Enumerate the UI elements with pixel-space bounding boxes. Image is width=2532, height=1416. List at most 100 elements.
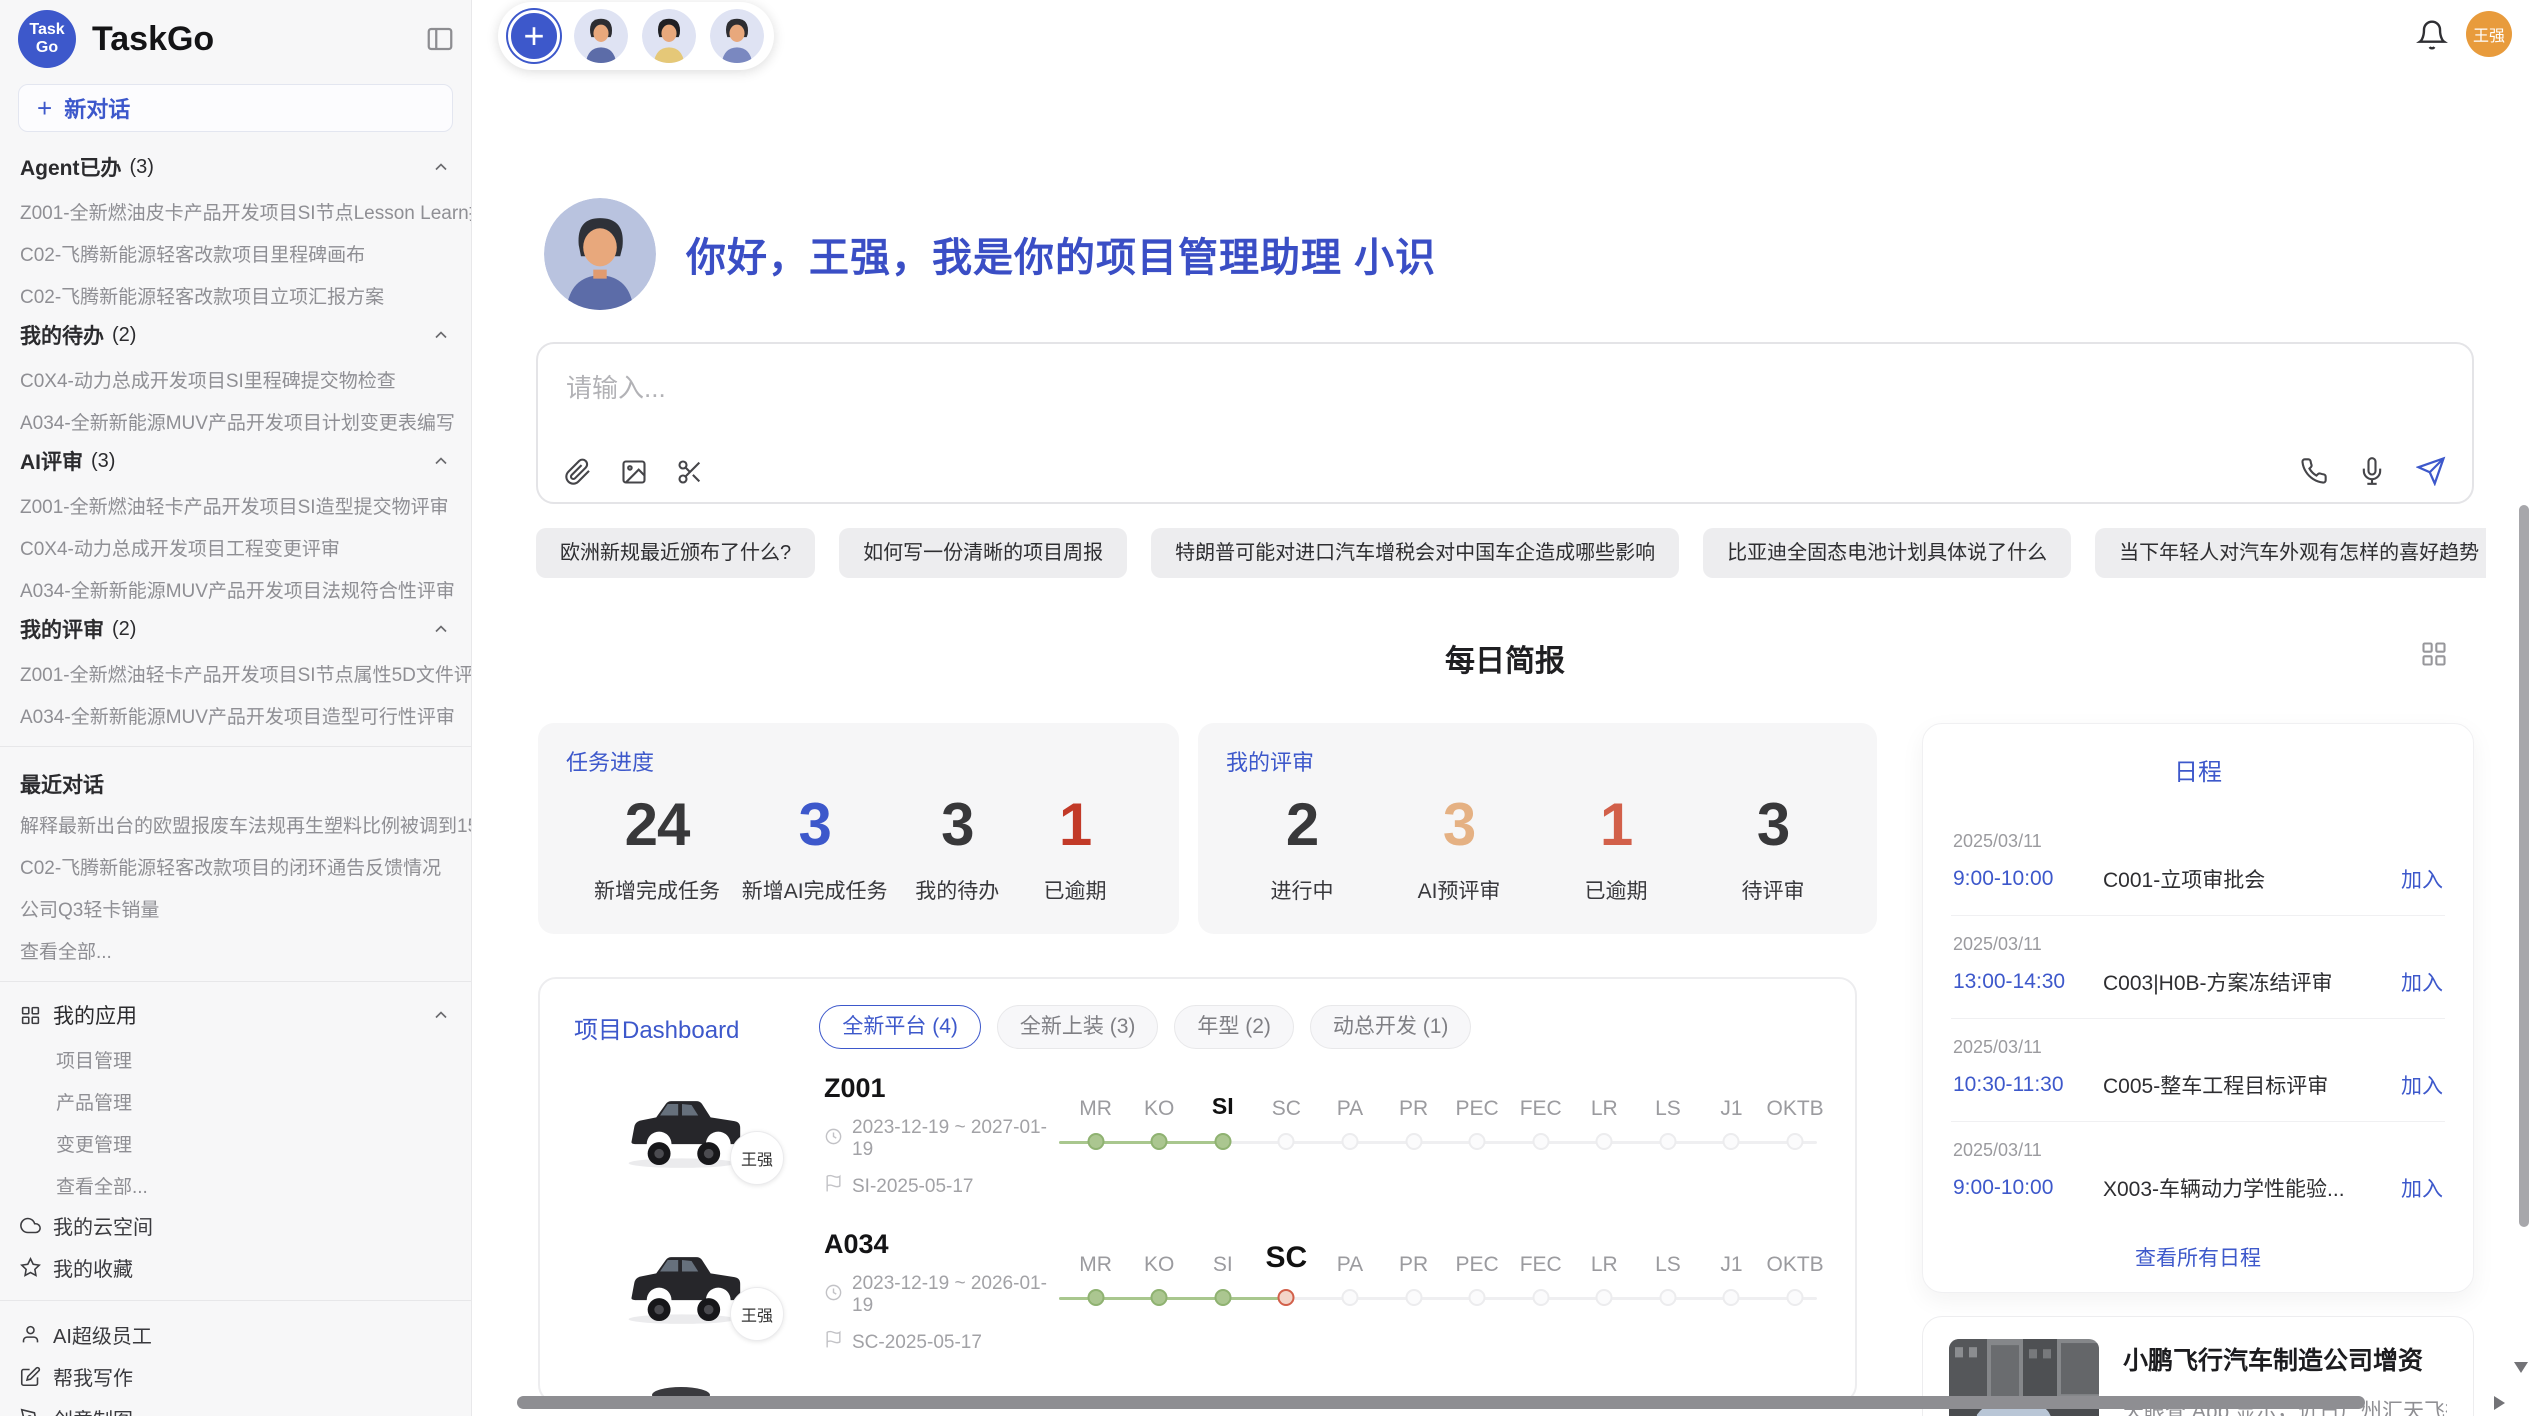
sidebar-group-header[interactable]: 我的待办(2) — [0, 314, 471, 356]
sidebar-footer-item[interactable]: 创意制图 — [0, 1397, 471, 1416]
milestone-label: PR — [1399, 1253, 1428, 1277]
add-session-button[interactable]: + — [508, 10, 560, 62]
stat-value: 3 — [1725, 791, 1821, 859]
milestone-dot — [1214, 1133, 1231, 1150]
stat-item: 3新增AI完成任务 — [742, 791, 888, 905]
join-meeting-link[interactable]: 加入 — [2401, 1070, 2443, 1100]
scissors-icon[interactable] — [676, 458, 704, 486]
sidebar-task-item[interactable]: C02-飞腾新能源轻客改款项目立项汇报方案 — [0, 272, 471, 314]
sidebar-task-item[interactable]: A034-全新新能源MUV产品开发项目法规符合性评审 — [0, 566, 471, 608]
sidebar-collapse-icon[interactable] — [425, 24, 455, 54]
suggestion-chip[interactable]: 比亚迪全固态电池计划具体说了什么 — [1703, 528, 2071, 578]
project-row: 王强Z0012023-12-19 ~ 2027-01-19SI-2025-05-… — [540, 1073, 1855, 1191]
sidebar-task-item[interactable]: C0X4-动力总成开发项目工程变更评审 — [0, 524, 471, 566]
sidebar-task-item[interactable]: C02-飞腾新能源轻客改款项目里程碑画布 — [0, 230, 471, 272]
sidebar-group-header[interactable]: AI评审(3) — [0, 440, 471, 482]
schedule-time: 9:00-10:00 — [1953, 867, 2103, 891]
project-code: Z001 — [824, 1073, 1059, 1104]
member-avatar-3[interactable] — [710, 9, 764, 63]
app-menu-item[interactable]: 项目管理 — [0, 1036, 471, 1078]
app-menu-item[interactable]: 产品管理 — [0, 1078, 471, 1120]
dashboard-filter-chip[interactable]: 全新上装 (3) — [997, 1005, 1159, 1049]
suggestion-chips: 欧洲新规最近颁布了什么? 如何写一份清晰的项目周报特朗普可能对进口汽车增税会对中国… — [536, 528, 2486, 578]
send-icon[interactable] — [2416, 456, 2446, 486]
member-avatar-1[interactable] — [574, 9, 628, 63]
sidebar-group-header[interactable]: 我的评审(2) — [0, 608, 471, 650]
sidebar-task-item[interactable]: Z001-全新燃油轻卡产品开发项目SI造型提交物评审 — [0, 482, 471, 524]
milestone-dot — [1787, 1289, 1804, 1306]
sidebar-footer-item[interactable]: AI超级员工 — [0, 1313, 471, 1355]
recent-chat-item[interactable]: C02-飞腾新能源轻客改款项目的闭环通告反馈情况 — [0, 843, 471, 885]
recent-chat-item[interactable]: 解释最新出台的欧盟报废车法规再生塑料比例被调到15%... — [0, 801, 471, 843]
milestone-label: PA — [1337, 1097, 1363, 1121]
flag-icon — [824, 1174, 843, 1199]
new-chat-label: 新对话 — [64, 92, 130, 124]
taskgo-logo: Task Go — [18, 10, 76, 68]
view-all-schedule-link[interactable]: 查看所有日程 — [1951, 1242, 2445, 1272]
project-flag: SC-2025-05-17 — [824, 1330, 1059, 1355]
project-owner-badge: 王强 — [730, 1287, 784, 1341]
message-composer — [536, 342, 2474, 504]
member-avatar-2[interactable] — [642, 9, 696, 63]
schedule-card: 日程 2025/03/119:00-10:00C001-立项审批会加入2025/… — [1922, 723, 2474, 1293]
recent-chat-item[interactable]: 查看全部... — [0, 927, 471, 969]
sidebar-footer-item[interactable]: 帮我写作 — [0, 1355, 471, 1397]
sidebar-tool-item[interactable]: 我的云空间 — [0, 1204, 471, 1246]
suggestion-chip[interactable]: 当下年轻人对汽车外观有怎样的喜好趋势 — [2095, 528, 2486, 578]
recent-chat-item[interactable]: 公司Q3轻卡销量 — [0, 885, 471, 927]
horizontal-scrollbar[interactable] — [517, 1396, 2365, 1409]
phone-icon[interactable] — [2300, 457, 2328, 485]
sidebar-task-item[interactable]: A034-全新新能源MUV产品开发项目计划变更表编写 — [0, 398, 471, 440]
microphone-icon[interactable] — [2358, 457, 2386, 485]
scroll-down-arrow-icon[interactable] — [2514, 1362, 2528, 1373]
app-menu-item[interactable]: 变更管理 — [0, 1120, 471, 1162]
milestone-label: FEC — [1520, 1097, 1562, 1121]
stat-item: 1已逾期 — [1027, 791, 1123, 905]
stat-label: 新增AI完成任务 — [742, 875, 888, 905]
stat-label: 进行中 — [1254, 875, 1350, 905]
schedule-title: 日程 — [1951, 752, 2445, 787]
suggestion-chip[interactable]: 欧洲新规最近颁布了什么? — [536, 528, 815, 578]
sidebar-tool-item[interactable]: 我的收藏 — [0, 1246, 471, 1288]
milestone-label: SI — [1213, 1253, 1233, 1277]
schedule-date: 2025/03/11 — [1953, 934, 2443, 955]
milestone-dot — [1723, 1289, 1740, 1306]
image-icon[interactable] — [620, 458, 648, 486]
dashboard-header: 项目Dashboard 全新平台 (4)全新上装 (3)年型 (2)动总开发 (… — [540, 979, 1855, 1057]
sidebar-group-header[interactable]: Agent已办(3) — [0, 146, 471, 188]
sidebar-task-item[interactable]: Z001-全新燃油皮卡产品开发项目SI节点Lesson Learn报告 — [0, 188, 471, 230]
vertical-scrollbar[interactable] — [2519, 505, 2529, 1227]
user-avatar[interactable]: 王强 — [2466, 11, 2512, 57]
briefing-layout-icon[interactable] — [2420, 640, 2448, 668]
join-meeting-link[interactable]: 加入 — [2401, 967, 2443, 997]
new-chat-button[interactable]: + 新对话 — [18, 84, 453, 132]
project-flag-label: SI-2025-05-17 — [852, 1176, 973, 1198]
suggestion-chip[interactable]: 如何写一份清晰的项目周报 — [839, 528, 1127, 578]
group-label: Agent已办 — [20, 152, 122, 182]
milestone-dot — [1405, 1133, 1422, 1150]
suggestion-chip[interactable]: 特朗普可能对进口汽车增税会对中国车企造成哪些影响 — [1151, 528, 1679, 578]
composer-input[interactable] — [538, 344, 2472, 440]
milestone-dot — [1278, 1289, 1295, 1306]
group-count: (3) — [91, 450, 115, 473]
sidebar-task-item[interactable]: A034-全新新能源MUV产品开发项目造型可行性评审 — [0, 692, 471, 734]
sidebar-task-item[interactable]: C0X4-动力总成开发项目SI里程碑提交物检查 — [0, 356, 471, 398]
dashboard-filter-chip[interactable]: 年型 (2) — [1174, 1005, 1294, 1049]
sidebar-task-item[interactable]: Z001-全新燃油轻卡产品开发项目SI节点属性5D文件评审 — [0, 650, 471, 692]
stat-value: 24 — [594, 791, 720, 859]
join-meeting-link[interactable]: 加入 — [2401, 1173, 2443, 1203]
project-dashboard-card: 项目Dashboard 全新平台 (4)全新上装 (3)年型 (2)动总开发 (… — [538, 977, 1857, 1403]
schedule-date: 2025/03/11 — [1953, 1140, 2443, 1161]
notification-bell-icon[interactable] — [2416, 19, 2448, 51]
join-meeting-link[interactable]: 加入 — [2401, 864, 2443, 894]
dashboard-filter-chip[interactable]: 全新平台 (4) — [819, 1005, 981, 1049]
my-apps-header[interactable]: 我的应用 — [0, 994, 471, 1036]
app-menu-item[interactable]: 查看全部... — [0, 1162, 471, 1204]
scroll-right-arrow-icon[interactable] — [2494, 1396, 2505, 1410]
chevron-up-icon — [431, 157, 451, 177]
dashboard-filter-chip[interactable]: 动总开发 (1) — [1310, 1005, 1472, 1049]
project-date-range: 2023-12-19 ~ 2027-01-19 — [852, 1117, 1059, 1161]
sidebar-header: Task Go TaskGo — [0, 0, 471, 74]
attachment-icon[interactable] — [564, 458, 592, 486]
stat-value: 2 — [1254, 791, 1350, 859]
